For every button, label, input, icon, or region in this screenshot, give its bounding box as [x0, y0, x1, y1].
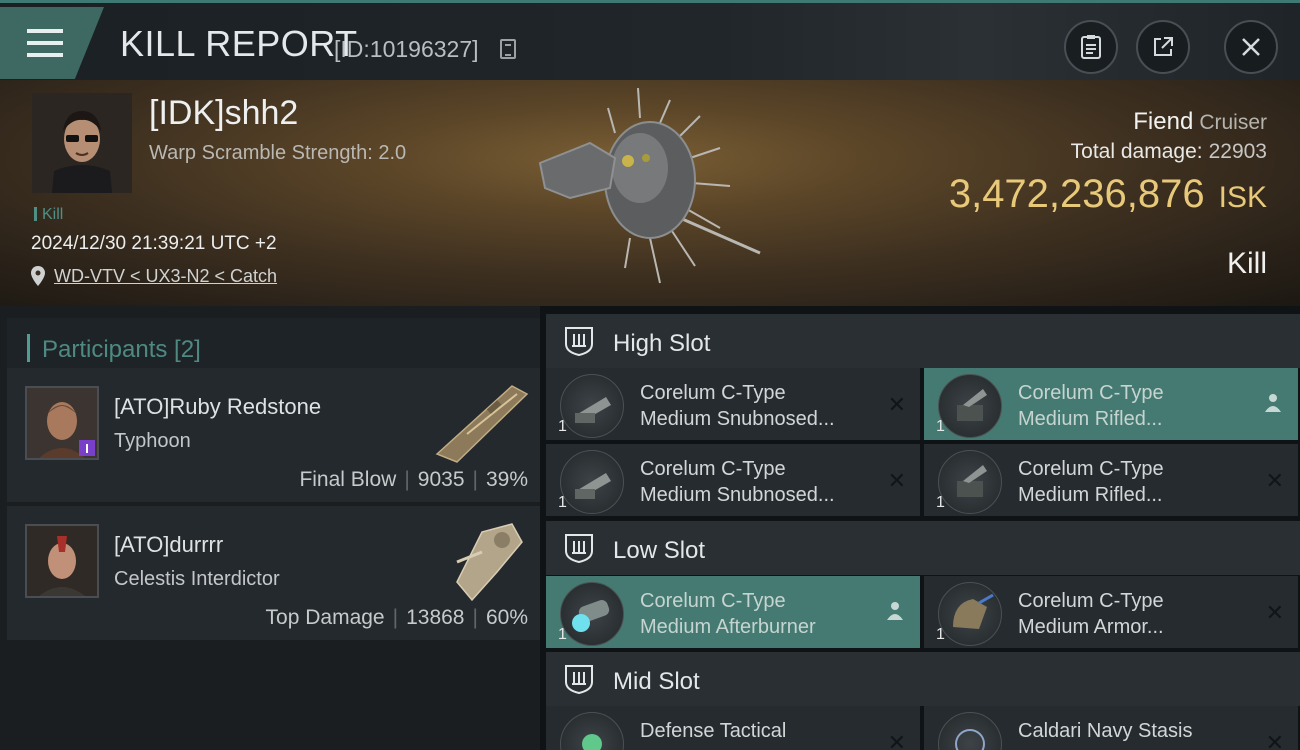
destroyed-x-icon: ✕	[1265, 730, 1284, 750]
isk-value: 3,472,236,876 ISK	[948, 172, 1267, 216]
module-quantity: 1	[936, 494, 945, 511]
module-icon	[938, 712, 1002, 750]
kill-datetime: 2024/12/30 21:39:21 UTC +2	[31, 233, 277, 254]
participant-ship-image	[456, 523, 523, 602]
participant-row[interactable]: [ATO]Ruby Redstone Typhoon Final Blow | 90…	[7, 368, 540, 502]
module-quantity: 1	[558, 494, 567, 511]
mid-slot-header: Mid Slot	[546, 652, 1300, 706]
module-item[interactable]: 1 Corelum C-Type Medium Afterburner	[546, 576, 920, 648]
module-item[interactable]: 1 Corelum C-Type Medium Snubnosed... ✕	[546, 444, 920, 516]
victim-portrait[interactable]	[32, 93, 132, 193]
mid-slot-icon	[565, 665, 593, 695]
module-name: Corelum C-Type Medium Armor...	[1018, 590, 1164, 638]
participant-ship: Typhoon	[114, 430, 191, 452]
victim-ship-image	[538, 88, 761, 284]
destroyed-x-icon: ✕	[1265, 468, 1284, 493]
share-icon	[1154, 37, 1173, 56]
participants-title: Participants [2]	[42, 336, 201, 363]
clipboard-button[interactable]	[1064, 20, 1118, 74]
high-slot-icon	[565, 327, 593, 357]
share-button[interactable]	[1136, 20, 1190, 74]
module-quantity: 1	[558, 418, 567, 435]
module-quantity: 1	[936, 418, 945, 435]
module-name: Corelum C-Type Medium Snubnosed...	[640, 458, 835, 506]
top-bar: KILL REPORT [ID:10196327]	[0, 0, 1300, 83]
dropped-person-icon	[887, 602, 903, 620]
location-link[interactable]: WD-VTV < UX3-N2 < Catch	[54, 266, 277, 287]
victim-name[interactable]: [IDK]shh2	[149, 94, 298, 133]
dropped-person-icon	[1265, 394, 1281, 412]
participants-header: Participants [2]	[7, 318, 540, 373]
warp-scramble-strength: Warp Scramble Strength: 2.0	[149, 142, 407, 164]
low-slot-icon	[565, 534, 593, 564]
clipboard-icon	[1081, 35, 1101, 59]
destroyed-x-icon: ✕	[887, 392, 906, 417]
module-item[interactable]: 1 Corelum C-Type Medium Armor... ✕	[924, 576, 1298, 648]
kill-tag: Kill	[34, 206, 63, 224]
module-icon	[938, 374, 1002, 438]
destroyed-x-icon: ✕	[887, 468, 906, 493]
menu-button[interactable]	[0, 7, 104, 79]
module-icon	[560, 712, 624, 750]
close-icon	[1242, 38, 1260, 56]
module-icon	[560, 582, 624, 646]
destroyed-x-icon: ✕	[1265, 600, 1284, 625]
low-slot-label: Low Slot	[613, 537, 706, 564]
participant-ship: Celestis Interdictor	[114, 568, 280, 590]
copy-id-icon[interactable]	[500, 39, 516, 59]
total-damage: Total damage: 22903	[1070, 140, 1267, 163]
high-slot-label: High Slot	[613, 330, 711, 357]
module-name: Corelum C-Type Medium Afterburner	[640, 590, 816, 638]
hamburger-icon	[27, 29, 63, 57]
participant-name: [ATO]durrrr	[114, 532, 224, 557]
result-label: Kill	[1226, 247, 1267, 280]
module-item[interactable]: 1 Corelum C-Type Medium Rifled...	[924, 368, 1298, 440]
module-icon	[560, 450, 624, 514]
module-item[interactable]: Caldari Navy Stasis ✕	[924, 706, 1298, 750]
kill-id: [ID:10196327]	[334, 36, 479, 62]
victim-summary: [IDK]shh2 Warp Scramble Strength: 2.0 Ki…	[0, 80, 1300, 306]
module-name: Corelum C-Type Medium Rifled...	[1018, 458, 1164, 506]
module-name: Corelum C-Type Medium Snubnosed...	[640, 382, 835, 430]
participant-stats: Top Damage | 13868 | 60%	[265, 606, 528, 629]
participant-avatar	[25, 524, 99, 598]
close-button[interactable]	[1224, 20, 1278, 74]
module-item[interactable]: 1 Corelum C-Type Medium Snubnosed... ✕	[546, 368, 920, 440]
destroyed-x-icon: ✕	[887, 730, 906, 750]
participant-name: [ATO]Ruby Redstone	[114, 394, 322, 419]
page-title: KILL REPORT	[120, 23, 358, 64]
module-name: Corelum C-Type Medium Rifled...	[1018, 382, 1164, 430]
participant-stats: Final Blow | 9035 | 39%	[299, 468, 528, 491]
victim-ship: Fiend Cruiser	[1133, 108, 1267, 135]
participants-panel: Participants [2] [ATO]Ruby Redstone Typh…	[0, 306, 540, 750]
module-item[interactable]: Defense Tactical ✕	[546, 706, 920, 750]
module-item[interactable]: 1 Corelum C-Type Medium Rifled... ✕	[924, 444, 1298, 516]
location-pin-icon	[31, 266, 45, 286]
low-slot-header: Low Slot	[546, 521, 1300, 575]
participant-avatar	[25, 386, 99, 460]
module-name: Caldari Navy Stasis	[1018, 720, 1193, 742]
module-icon	[938, 450, 1002, 514]
module-quantity: 1	[936, 626, 945, 643]
mid-slot-label: Mid Slot	[613, 668, 700, 695]
high-slot-header: High Slot	[546, 314, 1300, 368]
module-name: Defense Tactical	[640, 720, 787, 742]
participant-ship-image	[435, 385, 529, 463]
module-icon	[560, 374, 624, 438]
participant-row[interactable]: [ATO]durrrr Celestis Interdictor Top Dam…	[7, 506, 540, 640]
module-quantity: 1	[558, 626, 567, 643]
module-icon	[938, 582, 1002, 646]
